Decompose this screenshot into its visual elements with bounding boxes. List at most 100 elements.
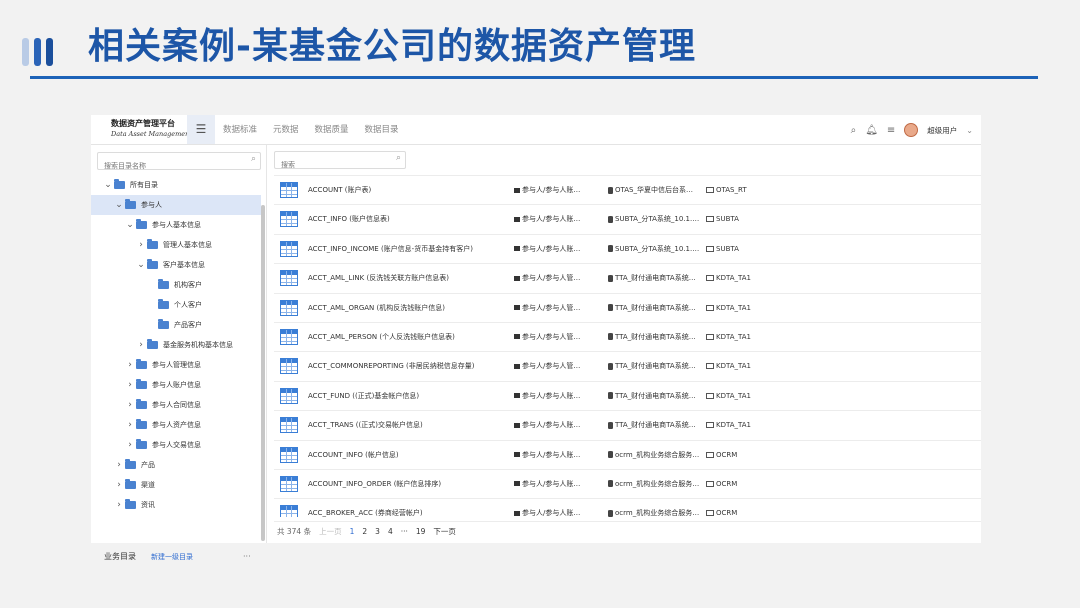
search-icon[interactable]: ⌕	[251, 154, 256, 164]
chevron-right-icon[interactable]: ›	[136, 235, 146, 255]
chevron-down-icon[interactable]: ⌄	[125, 215, 135, 235]
table-row[interactable]: ACCT_INFO_INCOME (账户信息-货币基金持有客户) 参与人/参与人账…	[274, 233, 981, 264]
tree-node[interactable]: › 产品	[91, 455, 261, 475]
table-row[interactable]: ACCT_AML_ORGAN (机构反洗钱账户信息) 参与人/参与人管… TTA_财…	[274, 292, 981, 323]
asset-name[interactable]: ACCT_COMMONREPORTING (非居民纳税信息存量)	[308, 352, 508, 381]
table-row[interactable]: ACCOUNT_INFO_ORDER (帐户信息排序) 参与人/参与人账… ocrm…	[274, 468, 981, 499]
new-catalog-link[interactable]: 新建一级目录	[151, 547, 193, 567]
tree-node[interactable]: › 资讯	[91, 495, 261, 515]
tree-node[interactable]: › 管理人基本信息	[91, 235, 261, 255]
search-icon[interactable]: ⌕	[851, 125, 857, 136]
catalog-search-input[interactable]	[98, 158, 238, 174]
tree-node[interactable]: › 参与人资产信息	[91, 415, 261, 435]
nav-item-catalog[interactable]: 数据目录	[365, 115, 399, 145]
table-row[interactable]: ACCOUNT_INFO (帐户信息) 参与人/参与人账… ocrm_机构业务综合服…	[274, 439, 981, 470]
asset-path-text: 参与人/参与人管…	[522, 332, 581, 341]
tree-node[interactable]: 产品客户	[91, 315, 261, 335]
chevron-right-icon[interactable]: ›	[125, 375, 135, 395]
tree-node[interactable]: › 渠道	[91, 475, 261, 495]
tree-node[interactable]: › 基金服务机构基本信息	[91, 335, 261, 355]
table-row[interactable]: ACCT_TRANS ((正式)交易帐户信息) 参与人/参与人账… TTA_财付通电…	[274, 410, 981, 439]
nav-item-metadata[interactable]: 元数据	[273, 115, 299, 145]
nav-item-quality[interactable]: 数据质量	[315, 115, 349, 145]
asset-name[interactable]: ACCOUNT_INFO (帐户信息)	[308, 441, 508, 470]
sidebar-scrollbar[interactable]	[261, 205, 265, 541]
tree-node[interactable]: › 参与人账户信息	[91, 375, 261, 395]
table-row[interactable]: ACCT_AML_PERSON (个人反洗钱账户信息表) 参与人/参与人管… TTA…	[274, 321, 981, 352]
layers-icon[interactable]: ≡	[887, 125, 895, 136]
more-icon[interactable]: ···	[243, 547, 251, 567]
table-row[interactable]: ACCT_FUND ((正式)基金帐户信息) 参与人/参与人账… TTA_财付通电商…	[274, 380, 981, 411]
bell-icon[interactable]: 🔔︎	[865, 125, 878, 136]
table-row[interactable]: ACC_BROKER_ACC (券商经营帐户) 参与人/参与人账… ocrm_机构业…	[274, 498, 981, 517]
chevron-right-icon[interactable]: ›	[125, 355, 135, 375]
page-2[interactable]: 2	[362, 522, 367, 542]
chevron-right-icon[interactable]: ›	[114, 475, 124, 495]
tree-node[interactable]: › 参与人合同信息	[91, 395, 261, 415]
asset-name[interactable]: ACCT_FUND ((正式)基金帐户信息)	[308, 382, 508, 411]
asset-name[interactable]: ACCT_INFO (账户信息表)	[308, 205, 508, 234]
asset-system-text: OCRM	[716, 450, 738, 459]
folder-icon	[136, 419, 147, 429]
chevron-right-icon[interactable]: ›	[125, 415, 135, 435]
asset-list: ACCOUNT (账户表) 参与人/参与人账… OTAS_华夏中信后台系… OTAS_…	[274, 175, 981, 517]
asset-source: OTAS_华夏中信后台系…	[608, 176, 700, 205]
chevron-down-icon[interactable]: ⌄	[966, 126, 973, 135]
tree-node-label: 参与人管理信息	[152, 361, 201, 369]
asset-path: 参与人/参与人管…	[514, 323, 598, 352]
nav-item-standards[interactable]: 数据标准	[223, 115, 257, 145]
app-logo[interactable]: 数据资产管理平台 Data Asset Management	[111, 119, 193, 139]
chevron-right-icon[interactable]: ›	[125, 435, 135, 455]
menu-icon[interactable]: ☰	[187, 115, 215, 144]
tree-node[interactable]: ⌄ 客户基本信息	[91, 255, 261, 275]
tree-node-label: 管理人基本信息	[163, 241, 212, 249]
table-row[interactable]: ACCT_COMMONREPORTING (非居民纳税信息存量) 参与人/参与人管…	[274, 351, 981, 380]
tree-node[interactable]: › 参与人管理信息	[91, 355, 261, 375]
search-icon[interactable]: ⌕	[396, 153, 401, 163]
avatar[interactable]	[904, 123, 919, 137]
app-window: 数据资产管理平台 Data Asset Management ☰ 数据标准 元数…	[91, 115, 981, 561]
tree-node[interactable]: 个人客户	[91, 295, 261, 315]
chevron-down-icon[interactable]: ⌄	[136, 255, 146, 275]
asset-path-text: 参与人/参与人账…	[522, 450, 581, 459]
database-icon	[608, 362, 613, 370]
chevron-right-icon[interactable]: ›	[114, 455, 124, 475]
page-1[interactable]: 1	[350, 522, 355, 542]
chevron-right-icon[interactable]: ›	[136, 335, 146, 355]
table-row[interactable]: ACCT_INFO (账户信息表) 参与人/参与人账… SUBTA_分TA系统_10…	[274, 204, 981, 233]
asset-path: 参与人/参与人账…	[514, 411, 598, 440]
folder-icon	[125, 479, 136, 489]
chevron-right-icon[interactable]: ›	[114, 495, 124, 515]
prev-page-button[interactable]: 上一页	[319, 522, 342, 542]
page-4[interactable]: 4	[388, 522, 393, 542]
next-page-button[interactable]: 下一页	[433, 522, 456, 542]
system-icon	[706, 275, 714, 282]
chevron-down-icon[interactable]: ⌄	[103, 175, 113, 195]
database-icon	[608, 186, 613, 194]
username[interactable]: 超级用户	[927, 125, 957, 136]
asset-name[interactable]: ACC_BROKER_ACC (券商经营帐户)	[308, 499, 508, 517]
folder-icon	[136, 379, 147, 389]
tree-node[interactable]: ⌄ 所有目录	[91, 175, 261, 195]
tree-node[interactable]: ⌄ 参与人	[91, 195, 261, 215]
table-row[interactable]: ACCOUNT (账户表) 参与人/参与人账… OTAS_华夏中信后台系… OTAS_…	[274, 175, 981, 204]
asset-name[interactable]: ACCT_AML_PERSON (个人反洗钱账户信息表)	[308, 323, 508, 352]
tree-node[interactable]: ⌄ 参与人基本信息	[91, 215, 261, 235]
chevron-down-icon[interactable]: ⌄	[114, 195, 124, 215]
asset-name[interactable]: ACCT_TRANS ((正式)交易帐户信息)	[308, 411, 508, 440]
asset-name[interactable]: ACCOUNT_INFO_ORDER (帐户信息排序)	[308, 470, 508, 499]
table-row[interactable]: ACCT_AML_LINK (反洗钱关联方账户信息表) 参与人/参与人管… TTA_…	[274, 263, 981, 292]
asset-search-input[interactable]	[275, 157, 385, 173]
tree-node[interactable]: › 参与人交易信息	[91, 435, 261, 455]
page-19[interactable]: 19	[416, 522, 426, 542]
folder-icon	[125, 459, 136, 469]
asset-name[interactable]: ACCT_INFO_INCOME (账户信息-货币基金持有客户)	[308, 235, 508, 264]
asset-name[interactable]: ACCT_AML_LINK (反洗钱关联方账户信息表)	[308, 264, 508, 293]
asset-system-text: KDTA_TA1	[716, 332, 751, 341]
asset-name[interactable]: ACCT_AML_ORGAN (机构反洗钱账户信息)	[308, 294, 508, 323]
page-ellipsis[interactable]: ···	[401, 522, 408, 542]
asset-name[interactable]: ACCOUNT (账户表)	[308, 176, 508, 205]
chevron-right-icon[interactable]: ›	[125, 395, 135, 415]
tree-node[interactable]: 机构客户	[91, 275, 261, 295]
page-3[interactable]: 3	[375, 522, 380, 542]
